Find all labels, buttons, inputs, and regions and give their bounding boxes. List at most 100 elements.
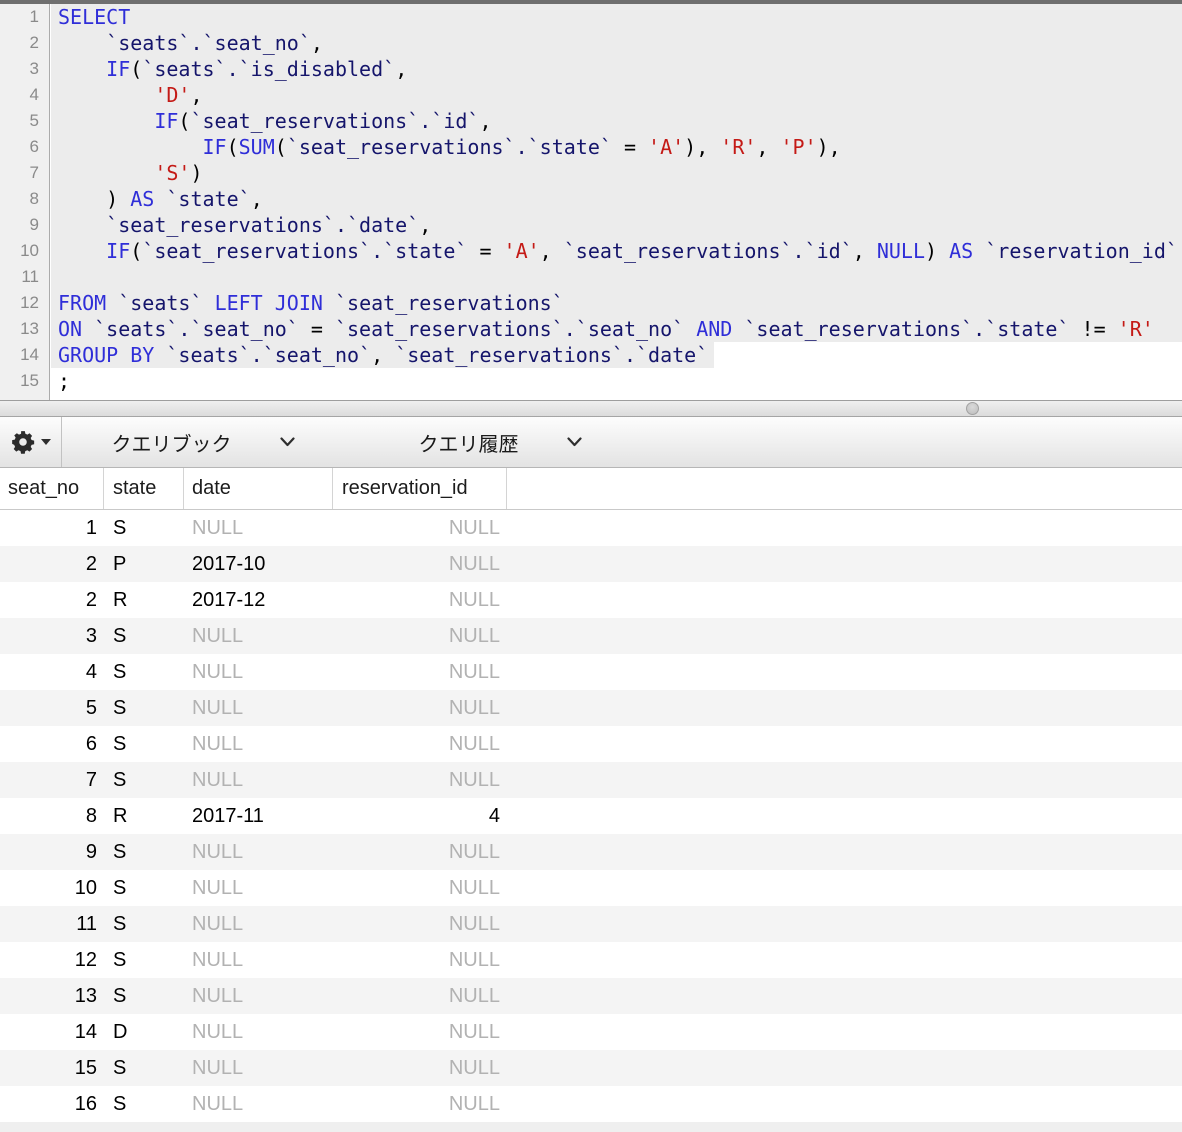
cell-date[interactable]: NULL xyxy=(184,690,333,726)
code-line[interactable]: ; xyxy=(51,368,1182,394)
cell-seat_no[interactable]: 12 xyxy=(0,942,104,978)
sql-editor[interactable]: 12345678910111213141516 SELECT `seats`.`… xyxy=(0,4,1182,400)
cell-state[interactable]: S xyxy=(104,906,184,942)
cell-reservation_id[interactable]: NULL xyxy=(333,582,507,618)
cell-seat_no[interactable]: 8 xyxy=(0,798,104,834)
cell-seat_no[interactable]: 13 xyxy=(0,978,104,1014)
cell-seat_no[interactable]: 5 xyxy=(0,690,104,726)
cell-seat_no[interactable]: 16 xyxy=(0,1086,104,1122)
cell-date[interactable]: NULL xyxy=(184,1014,333,1050)
code-line[interactable]: IF(`seats`.`is_disabled`, xyxy=(51,56,1182,82)
table-row[interactable]: 5SNULLNULL xyxy=(0,690,1182,726)
table-row[interactable]: 15SNULLNULL xyxy=(0,1050,1182,1086)
cell-reservation_id[interactable]: NULL xyxy=(333,690,507,726)
cell-date[interactable]: NULL xyxy=(184,942,333,978)
cell-state[interactable]: S xyxy=(104,618,184,654)
cell-seat_no[interactable]: 6 xyxy=(0,726,104,762)
cell-reservation_id[interactable]: NULL xyxy=(333,1050,507,1086)
cell-seat_no[interactable]: 15 xyxy=(0,1050,104,1086)
code-line[interactable]: `seats`.`seat_no`, xyxy=(51,30,1182,56)
cell-date[interactable]: NULL xyxy=(184,834,333,870)
cell-reservation_id[interactable]: NULL xyxy=(333,1086,507,1122)
query-favorites-dropdown[interactable]: クエリブック xyxy=(62,417,344,467)
code-line[interactable]: SELECT xyxy=(51,4,1182,30)
table-row[interactable]: 2P2017-10NULL xyxy=(0,546,1182,582)
code-line[interactable]: 'S') xyxy=(51,160,1182,186)
code-line[interactable]: ) AS `state`, xyxy=(51,186,1182,212)
cell-date[interactable]: 2017-10 xyxy=(184,546,333,582)
cell-reservation_id[interactable]: 4 xyxy=(333,798,507,834)
cell-state[interactable]: S xyxy=(104,726,184,762)
cell-seat_no[interactable]: 3 xyxy=(0,618,104,654)
code-line[interactable]: `seat_reservations`.`date`, xyxy=(51,212,1182,238)
table-row[interactable]: 4SNULLNULL xyxy=(0,654,1182,690)
cell-state[interactable]: S xyxy=(104,978,184,1014)
cell-state[interactable]: S xyxy=(104,870,184,906)
cell-state[interactable]: S xyxy=(104,1050,184,1086)
cell-date[interactable]: NULL xyxy=(184,978,333,1014)
gear-menu-button[interactable] xyxy=(0,417,62,467)
pane-splitter[interactable] xyxy=(0,400,1182,417)
cell-reservation_id[interactable]: NULL xyxy=(333,654,507,690)
cell-state[interactable]: S xyxy=(104,762,184,798)
cell-seat_no[interactable]: 10 xyxy=(0,870,104,906)
table-row[interactable]: 1SNULLNULL xyxy=(0,510,1182,546)
cell-reservation_id[interactable]: NULL xyxy=(333,510,507,546)
cell-state[interactable]: S xyxy=(104,690,184,726)
cell-state[interactable]: S xyxy=(104,834,184,870)
cell-reservation_id[interactable]: NULL xyxy=(333,618,507,654)
cell-reservation_id[interactable]: NULL xyxy=(333,870,507,906)
cell-reservation_id[interactable]: NULL xyxy=(333,942,507,978)
column-header-state[interactable]: state xyxy=(104,468,184,509)
query-history-dropdown[interactable]: クエリ履歴 xyxy=(344,417,656,467)
table-row[interactable]: 9SNULLNULL xyxy=(0,834,1182,870)
splitter-handle-icon[interactable] xyxy=(966,402,979,415)
code-line[interactable]: FROM `seats` LEFT JOIN `seat_reservation… xyxy=(51,290,1182,316)
cell-date[interactable]: NULL xyxy=(184,618,333,654)
cell-seat_no[interactable]: 2 xyxy=(0,582,104,618)
cell-state[interactable]: S xyxy=(104,510,184,546)
cell-state[interactable]: S xyxy=(104,654,184,690)
table-row[interactable]: 14DNULLNULL xyxy=(0,1014,1182,1050)
code-line[interactable]: 'D', xyxy=(51,82,1182,108)
cell-date[interactable]: NULL xyxy=(184,906,333,942)
table-row[interactable]: 8R2017-114 xyxy=(0,798,1182,834)
table-row[interactable]: 12SNULLNULL xyxy=(0,942,1182,978)
table-row[interactable]: 7SNULLNULL xyxy=(0,762,1182,798)
code-line[interactable] xyxy=(51,264,1182,290)
code-line[interactable]: ON `seats`.`seat_no` = `seat_reservation… xyxy=(51,316,1182,342)
cell-seat_no[interactable]: 11 xyxy=(0,906,104,942)
cell-date[interactable]: NULL xyxy=(184,510,333,546)
cell-date[interactable]: NULL xyxy=(184,870,333,906)
cell-date[interactable]: 2017-12 xyxy=(184,582,333,618)
cell-seat_no[interactable]: 1 xyxy=(0,510,104,546)
cell-date[interactable]: 2017-11 xyxy=(184,798,333,834)
table-row[interactable]: 2R2017-12NULL xyxy=(0,582,1182,618)
cell-date[interactable]: NULL xyxy=(184,726,333,762)
cell-reservation_id[interactable]: NULL xyxy=(333,762,507,798)
table-row[interactable]: 6SNULLNULL xyxy=(0,726,1182,762)
cell-date[interactable]: NULL xyxy=(184,1050,333,1086)
cell-seat_no[interactable]: 4 xyxy=(0,654,104,690)
table-row[interactable]: 13SNULLNULL xyxy=(0,978,1182,1014)
column-header-reservation_id[interactable]: reservation_id xyxy=(333,468,507,509)
sql-code-area[interactable]: SELECT `seats`.`seat_no`, IF(`seats`.`is… xyxy=(51,4,1182,400)
cell-seat_no[interactable]: 14 xyxy=(0,1014,104,1050)
cell-date[interactable]: NULL xyxy=(184,762,333,798)
code-line[interactable]: IF(`seat_reservations`.`state` = 'A', `s… xyxy=(51,238,1182,264)
cell-state[interactable]: P xyxy=(104,546,184,582)
cell-seat_no[interactable]: 9 xyxy=(0,834,104,870)
cell-reservation_id[interactable]: NULL xyxy=(333,834,507,870)
cell-seat_no[interactable]: 7 xyxy=(0,762,104,798)
table-row[interactable]: 11SNULLNULL xyxy=(0,906,1182,942)
cell-date[interactable]: NULL xyxy=(184,1086,333,1122)
cell-state[interactable]: S xyxy=(104,942,184,978)
cell-state[interactable]: R xyxy=(104,582,184,618)
cell-reservation_id[interactable]: NULL xyxy=(333,1014,507,1050)
column-header-seat_no[interactable]: seat_no xyxy=(0,468,104,509)
cell-date[interactable]: NULL xyxy=(184,654,333,690)
cell-reservation_id[interactable]: NULL xyxy=(333,906,507,942)
code-line[interactable]: IF(`seat_reservations`.`id`, xyxy=(51,108,1182,134)
cell-seat_no[interactable]: 2 xyxy=(0,546,104,582)
table-row[interactable]: 16SNULLNULL xyxy=(0,1086,1182,1122)
